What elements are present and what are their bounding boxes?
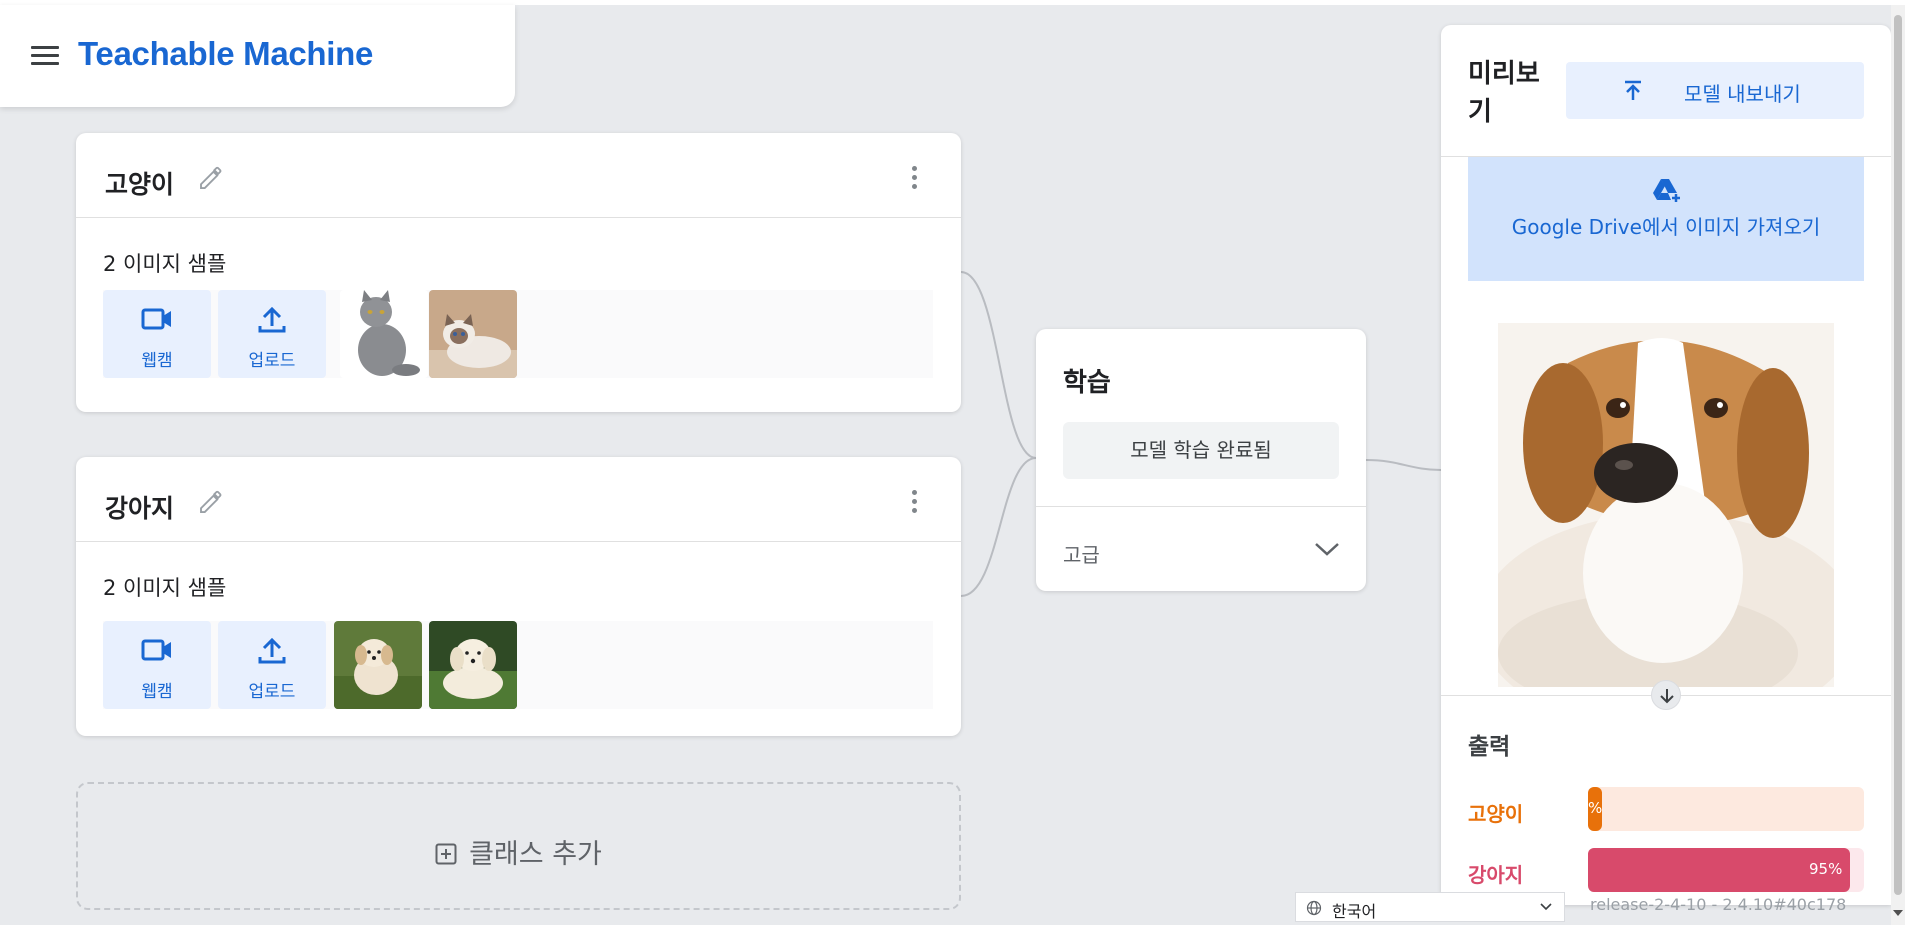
sample-thumbnail[interactable] <box>334 621 422 709</box>
add-box-icon <box>435 843 457 865</box>
webcam-label: 웹캠 <box>141 351 173 371</box>
class-card-header: 고양이 <box>76 133 961 218</box>
upload-label: 업로드 <box>248 682 296 702</box>
webcam-icon <box>141 639 171 661</box>
output-row-cat: 고양이 % <box>1468 787 1864 831</box>
class-name[interactable]: 강아지 <box>105 489 174 525</box>
confidence-percent: % <box>1588 799 1603 817</box>
sample-count: 2 이미지 샘플 <box>103 252 227 276</box>
google-drive-import-button[interactable]: Google Drive에서 이미지 가져오기 <box>1468 157 1864 281</box>
sample-strip: 웹캠 업로드 <box>103 290 933 378</box>
webcam-label: 웹캠 <box>141 682 173 702</box>
scroll-down-arrow-icon[interactable] <box>1893 910 1903 916</box>
sample-strip: 웹캠 업로드 <box>103 621 933 709</box>
scrollbar-thumb[interactable] <box>1894 15 1902 895</box>
sample-count: 2 이미지 샘플 <box>103 576 227 600</box>
more-options-icon[interactable] <box>906 487 922 517</box>
advanced-toggle[interactable]: 고급 <box>1036 507 1366 591</box>
confidence-percent: 95% <box>1809 860 1843 878</box>
cat-image <box>429 290 517 378</box>
class-name[interactable]: 고양이 <box>105 165 174 201</box>
preview-panel: 미리보기 모델 내보내기 Google Drive에서 이미지 가져오기 출력 … <box>1441 25 1891 905</box>
google-drive-label: Google Drive에서 이미지 가져오기 <box>1511 215 1821 239</box>
upload-icon <box>258 306 286 333</box>
sample-thumbnail[interactable] <box>340 290 428 378</box>
google-drive-icon <box>1653 179 1681 203</box>
globe-icon <box>1306 900 1322 916</box>
class-card-header: 강아지 <box>76 457 961 542</box>
language-select[interactable]: 한국어 <box>1295 892 1565 922</box>
export-model-button[interactable]: 모델 내보내기 <box>1566 62 1864 119</box>
class-card-dog: 강아지 2 이미지 샘플 웹캠 업로드 <box>76 457 961 736</box>
language-label: 한국어 <box>1332 902 1377 921</box>
chevron-down-icon <box>1315 543 1339 556</box>
output-row-dog: 강아지 95% <box>1468 848 1864 892</box>
edit-pencil-icon[interactable] <box>196 487 226 517</box>
upload-icon <box>258 637 286 664</box>
export-upload-icon <box>1625 80 1641 100</box>
training-title: 학습 <box>1063 368 1111 398</box>
confidence-bar-track: 95% <box>1588 848 1864 892</box>
sample-thumbnail[interactable] <box>429 290 517 378</box>
preview-title: 미리보기 <box>1468 59 1540 127</box>
hamburger-menu-icon[interactable] <box>31 46 59 66</box>
output-label: 고양이 <box>1468 802 1524 826</box>
cat-image <box>340 290 428 378</box>
webcam-button[interactable]: 웹캠 <box>103 290 211 378</box>
training-card: 학습 모델 학습 완료됨 고급 <box>1036 329 1366 591</box>
webcam-button[interactable]: 웹캠 <box>103 621 211 709</box>
puppy-image <box>429 621 517 709</box>
arrow-down-icon[interactable] <box>1651 680 1681 710</box>
train-model-button[interactable]: 모델 학습 완료됨 <box>1063 422 1339 479</box>
edit-pencil-icon[interactable] <box>196 163 226 193</box>
add-class-content: 클래스 추가 <box>78 832 959 871</box>
page-scrollbar[interactable] <box>1891 5 1905 925</box>
webcam-icon <box>141 308 171 330</box>
output-title: 출력 <box>1468 734 1511 760</box>
export-label: 모델 내보내기 <box>1684 82 1801 106</box>
class-card-cat: 고양이 2 이미지 샘플 웹캠 업로드 <box>76 133 961 412</box>
upload-button[interactable]: 업로드 <box>218 290 326 378</box>
add-class-button[interactable]: 클래스 추가 <box>76 782 961 910</box>
app-header: Teachable Machine <box>0 5 515 107</box>
release-version: release-2-4-10 - 2.4.10#40c178 <box>1590 895 1847 914</box>
sample-thumbnail[interactable] <box>429 621 517 709</box>
confidence-bar-track: % <box>1588 787 1864 831</box>
upload-label: 업로드 <box>248 351 296 371</box>
app-title[interactable]: Teachable Machine <box>78 35 373 73</box>
advanced-label: 고급 <box>1063 543 1100 567</box>
more-options-icon[interactable] <box>906 163 922 193</box>
puppy-image <box>334 621 422 709</box>
preview-input-image <box>1498 323 1834 687</box>
add-class-label: 클래스 추가 <box>469 839 602 870</box>
chevron-down-icon <box>1540 903 1552 911</box>
upload-button[interactable]: 업로드 <box>218 621 326 709</box>
output-label: 강아지 <box>1468 863 1524 887</box>
